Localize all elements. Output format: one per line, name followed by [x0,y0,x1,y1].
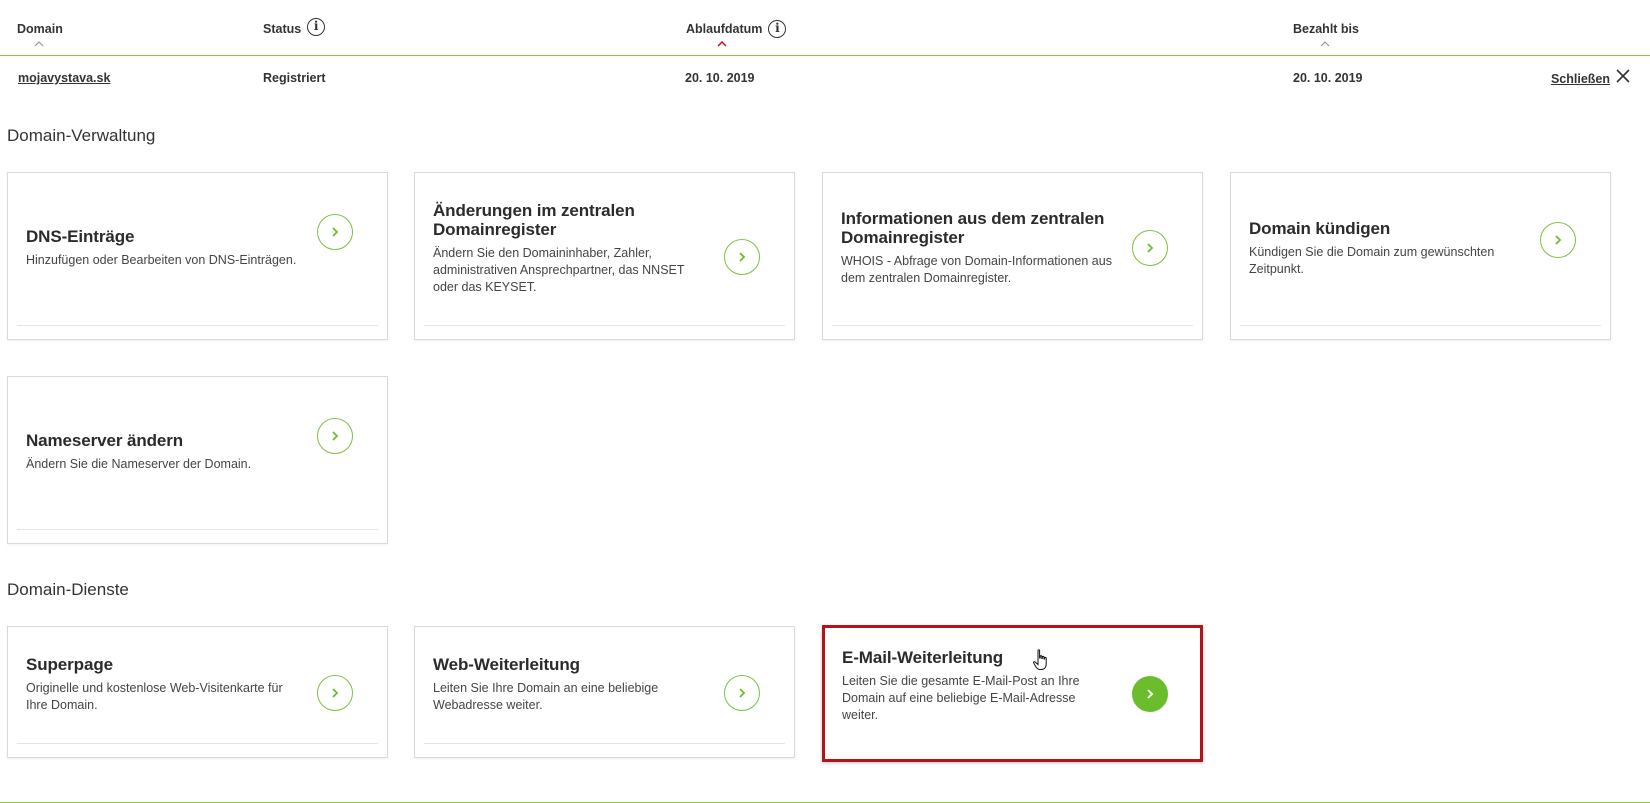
card-content: Web-Weiterleitung Leiten Sie Ihre Domain… [433,627,706,741]
chevron-right-icon[interactable] [317,418,353,454]
card-title: Web-Weiterleitung [433,654,580,674]
column-header-status[interactable]: Status i [263,18,326,36]
domain-table-header: Domain Status i Ablaufdatum i Bezahlt bi… [0,0,1650,56]
column-label-status: Status [263,22,302,36]
card-title: E-Mail-Weiterleitung [842,647,1004,667]
close-button[interactable]: Schließen [1551,69,1630,88]
column-label-domain: Domain [17,22,63,36]
card-registry-changes[interactable]: Änderungen im zentralen Domainregister Ä… [414,172,795,340]
chevron-right-icon[interactable] [1540,222,1576,258]
card-registry-info[interactable]: Informationen aus dem zentralen Domainre… [822,172,1203,340]
domain-table-row: mojavystava.sk Registriert 20. 10. 2019 … [0,57,1650,99]
card-description: Ändern Sie den Domaininhaber, Zahler, ad… [433,245,685,294]
card-description: Leiten Sie Ihre Domain an eine beliebige… [433,680,659,712]
card-divider [17,529,378,530]
section-title-management: Domain-Verwaltung [7,126,156,145]
column-header-expiry[interactable]: Ablaufdatum i [686,20,787,38]
chevron-up-icon[interactable] [1320,41,1330,47]
card-divider [424,743,785,744]
card-web-redirect[interactable]: Web-Weiterleitung Leiten Sie Ihre Domain… [414,626,795,758]
card-email-redirect[interactable]: E-Mail-Weiterleitung Leiten Sie die gesa… [822,625,1203,762]
close-label: Schließen [1550,71,1610,86]
column-label-expiry: Ablaufdatum [686,22,763,36]
card-content: Änderungen im zentralen Domainregister Ä… [433,173,706,323]
card-cancel-domain[interactable]: Domain kündigen Kündigen Sie die Domain … [1230,172,1611,340]
chevron-right-icon[interactable] [1132,230,1168,266]
card-divider [17,743,378,744]
card-description: Hinzufügen oder Bearbeiten von DNS-Eintr… [26,253,297,267]
card-superpage[interactable]: Superpage Originelle und kostenlose Web-… [7,626,388,758]
hand-pointer-cursor [1032,649,1050,671]
card-title: Domain kündigen [1249,218,1391,238]
card-description: Originelle und kostenlose Web-Visitenkar… [26,680,283,712]
close-icon [1616,69,1630,88]
chevron-right-icon[interactable] [724,239,760,275]
card-nameserver[interactable]: Nameserver ändern Ändern Sie die Nameser… [7,376,388,544]
info-icon[interactable]: i [307,18,326,36]
card-divider [424,325,785,326]
chevron-right-icon[interactable] [1132,676,1168,712]
card-description: Leiten Sie die gesamte E-Mail-Post an Ih… [842,673,1080,722]
card-title: Änderungen im zentralen Domainregister [433,200,635,239]
paid-until-value: 20. 10. 2019 [1293,71,1363,85]
card-content: DNS-Einträge Hinzufügen oder Bearbeiten … [26,173,299,323]
column-header-paid-until[interactable]: Bezahlt bis [1293,22,1359,36]
chevron-up-icon[interactable] [717,41,727,47]
card-content: Informationen aus dem zentralen Domainre… [841,173,1114,323]
card-divider [1240,325,1601,326]
card-content: Superpage Originelle und kostenlose Web-… [26,627,299,741]
card-divider [832,325,1193,326]
info-icon[interactable]: i [768,20,787,38]
chevron-right-icon[interactable] [724,675,760,711]
card-content: E-Mail-Weiterleitung Leiten Sie die gesa… [842,628,1112,743]
card-description: Kündigen Sie die Domain zum gewünschten … [1249,244,1495,276]
card-content: Nameserver ändern Ändern Sie die Nameser… [26,377,299,527]
column-label-paid-until: Bezahlt bis [1293,22,1359,36]
chevron-right-icon[interactable] [317,214,353,250]
card-dns-records[interactable]: DNS-Einträge Hinzufügen oder Bearbeiten … [7,172,388,340]
card-description: Ändern Sie die Nameserver der Domain. [26,457,252,471]
card-title: Superpage [26,654,113,674]
card-title: Informationen aus dem zentralen Domainre… [841,209,1105,247]
chevron-right-icon[interactable] [317,675,353,711]
status-value: Registriert [263,71,326,85]
section-title-services: Domain-Dienste [7,580,129,599]
column-header-domain[interactable]: Domain [17,22,63,36]
card-content: Domain kündigen Kündigen Sie die Domain … [1249,173,1522,323]
domain-link[interactable]: mojavystava.sk [18,71,110,85]
chevron-up-icon[interactable] [34,41,44,47]
card-title: Nameserver ändern [26,431,184,450]
expiry-value: 20. 10. 2019 [685,71,755,85]
card-divider [17,325,378,326]
card-description: WHOIS - Abfrage von Domain-Informationen… [841,254,1112,285]
card-title: DNS-Einträge [26,227,135,246]
